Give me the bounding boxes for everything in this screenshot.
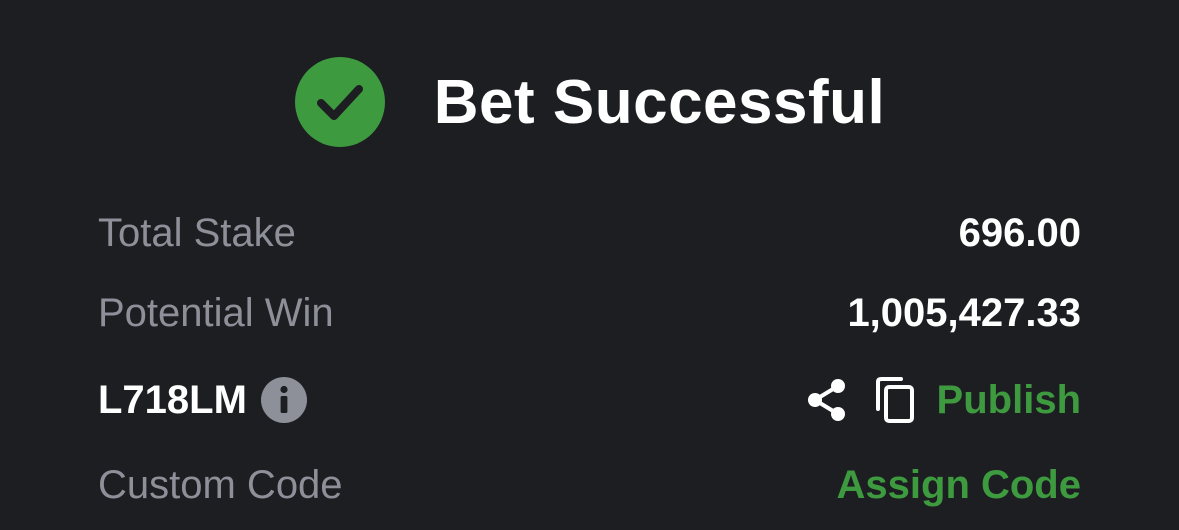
page-title: Bet Successful bbox=[433, 67, 886, 137]
custom-code-label: Custom Code bbox=[98, 462, 343, 507]
bet-success-header: Bet Successful bbox=[0, 56, 1179, 148]
potential-win-row: Potential Win 1,005,427.33 bbox=[98, 283, 1081, 343]
booking-code-group: L718LM bbox=[98, 377, 307, 423]
check-circle-icon bbox=[294, 56, 386, 148]
total-stake-label: Total Stake bbox=[98, 210, 296, 255]
share-icon[interactable] bbox=[805, 377, 849, 423]
potential-win-label: Potential Win bbox=[98, 290, 334, 335]
booking-actions: Publish bbox=[805, 376, 1081, 424]
total-stake-value: 696.00 bbox=[958, 210, 1081, 255]
total-stake-row: Total Stake 696.00 bbox=[98, 203, 1081, 263]
assign-code-button[interactable]: Assign Code bbox=[837, 463, 1081, 508]
potential-win-value: 1,005,427.33 bbox=[847, 290, 1081, 335]
publish-button[interactable]: Publish bbox=[937, 378, 1081, 423]
booking-code-row: L718LM Publish bbox=[98, 370, 1081, 430]
custom-code-row: Custom Code Assign Code bbox=[98, 455, 1081, 515]
info-icon[interactable] bbox=[260, 377, 307, 423]
booking-code: L718LM bbox=[98, 377, 247, 422]
copy-icon[interactable] bbox=[873, 376, 917, 424]
